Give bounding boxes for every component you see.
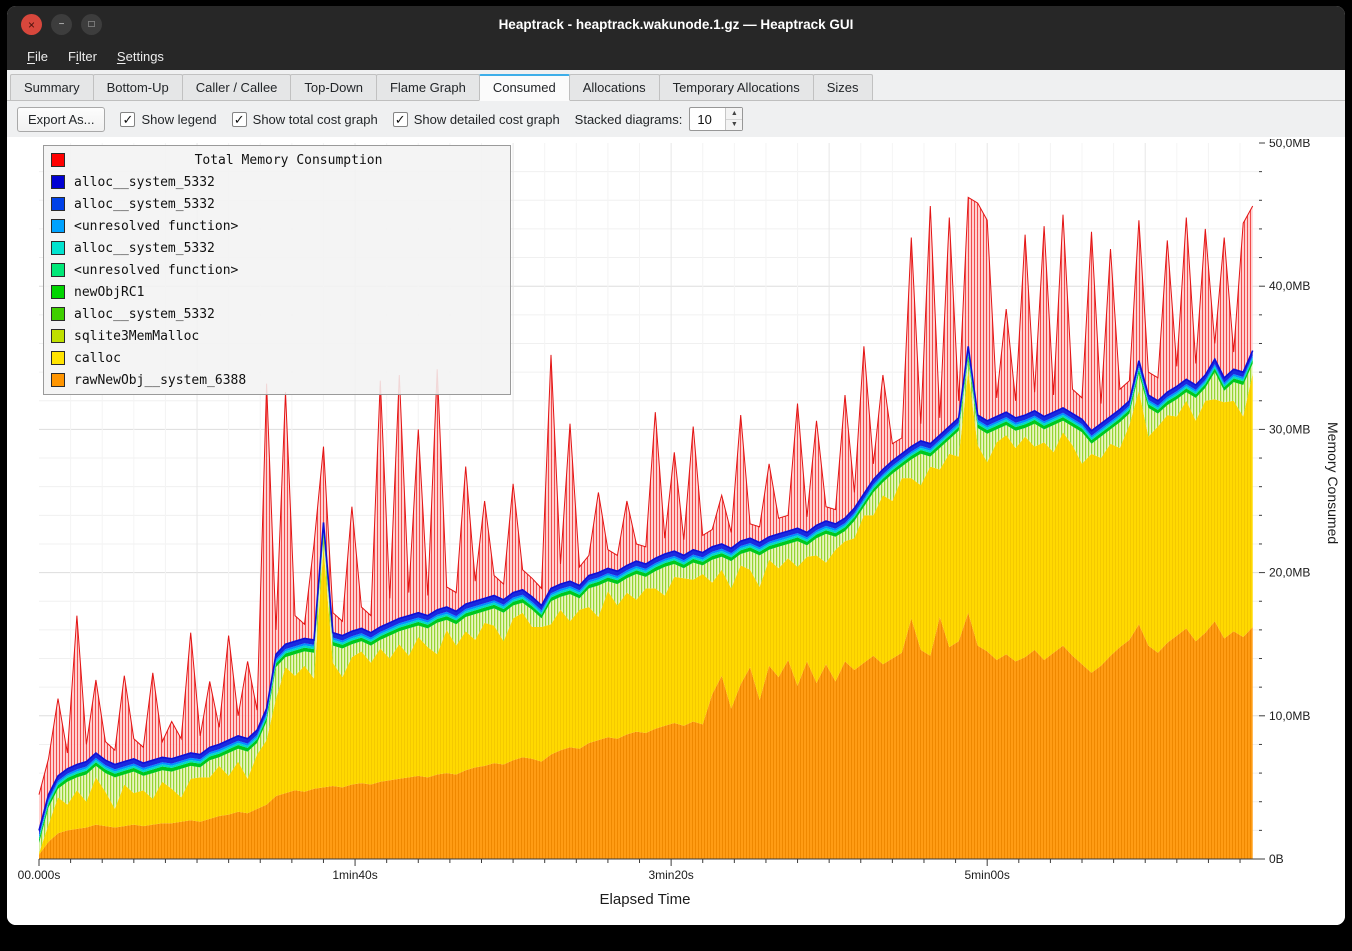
legend-item: alloc__system_5332 (51, 303, 503, 325)
legend-item: <unresolved function> (51, 259, 503, 281)
legend-item: alloc__system_5332 (51, 171, 503, 193)
checkbox-icon: ✓ (232, 112, 247, 127)
x-tick-label: 1min40s (332, 868, 377, 882)
checkbox-group: ✓ Show legend ✓ Show total cost graph ✓ Show … (120, 112, 559, 127)
legend-swatch (51, 307, 65, 321)
checkbox-label: Show legend (141, 112, 216, 127)
y-tick-label: 0B (1269, 852, 1284, 866)
legend-swatch (51, 175, 65, 189)
window-controls: × − □ (21, 14, 102, 35)
legend-item: <unresolved function> (51, 215, 503, 237)
tab-top-down[interactable]: Top-Down (290, 74, 377, 100)
legend-item: sqlite3MemMalloc (51, 325, 503, 347)
checkbox-show-legend[interactable]: ✓ Show legend (120, 112, 216, 127)
close-icon: × (28, 19, 35, 31)
tab-consumed[interactable]: Consumed (479, 74, 570, 101)
tab-flame-graph[interactable]: Flame Graph (376, 74, 480, 100)
legend-label: sqlite3MemMalloc (74, 329, 199, 344)
legend-label: <unresolved function> (74, 219, 238, 234)
legend-label: newObjRC1 (74, 285, 144, 300)
checkbox-label: Show detailed cost graph (414, 112, 560, 127)
tab-sizes[interactable]: Sizes (813, 74, 873, 100)
spin-up-button[interactable]: ▲ (726, 108, 742, 120)
legend-label: alloc__system_5332 (74, 241, 215, 256)
legend-swatch (51, 197, 65, 211)
toolbar: Export As... ✓ Show legend ✓ Show total cos… (7, 101, 1345, 137)
x-tick-label: 00.000s (18, 868, 61, 882)
spin-down-button[interactable]: ▼ (726, 120, 742, 131)
legend-title: Total Memory Consumption (74, 153, 503, 168)
x-axis-title: Elapsed Time (7, 891, 1283, 908)
x-tick-label: 5min00s (965, 868, 1010, 882)
export-as-button[interactable]: Export As... (17, 107, 105, 132)
tab-bottom-up[interactable]: Bottom-Up (93, 74, 183, 100)
menu-settings[interactable]: Settings (107, 45, 174, 68)
titlebar: × − □ Heaptrack - heaptrack.wakunode.1.g… (7, 6, 1345, 43)
legend-item: rawNewObj__system_6388 (51, 369, 503, 391)
checkbox-show-detailed-cost-graph[interactable]: ✓ Show detailed cost graph (393, 112, 560, 127)
legend-label: alloc__system_5332 (74, 175, 215, 190)
legend-swatch (51, 329, 65, 343)
tab-caller-callee[interactable]: Caller / Callee (182, 74, 292, 100)
app-window: × − □ Heaptrack - heaptrack.wakunode.1.g… (7, 6, 1345, 925)
minimize-button[interactable]: − (51, 14, 72, 35)
maximize-icon: □ (88, 20, 94, 30)
legend-swatch (51, 219, 65, 233)
legend-title-row: Total Memory Consumption (51, 149, 503, 171)
stacked-diagrams-value: 10 (690, 108, 725, 130)
legend-label: alloc__system_5332 (74, 307, 215, 322)
chart-legend: Total Memory Consumption alloc__system_53… (43, 145, 511, 395)
legend-label: alloc__system_5332 (74, 197, 215, 212)
checkbox-icon: ✓ (393, 112, 408, 127)
legend-item: calloc (51, 347, 503, 369)
checkbox-label: Show total cost graph (253, 112, 378, 127)
tab-allocations[interactable]: Allocations (569, 74, 660, 100)
tabbar: SummaryBottom-UpCaller / CalleeTop-DownF… (7, 70, 1345, 101)
checkbox-icon: ✓ (120, 112, 135, 127)
legend-item: alloc__system_5332 (51, 237, 503, 259)
y-tick-label: 50,0MB (1269, 139, 1310, 150)
legend-label: calloc (74, 351, 121, 366)
y-tick-label: 30,0MB (1269, 422, 1310, 436)
menu-file[interactable]: File (17, 45, 58, 68)
stacked-diagrams-group: Stacked diagrams: 10 ▲ ▼ (575, 107, 744, 131)
stacked-diagrams-label: Stacked diagrams: (575, 112, 683, 127)
checkbox-show-total-cost-graph[interactable]: ✓ Show total cost graph (232, 112, 378, 127)
y-tick-label: 10,0MB (1269, 709, 1310, 723)
legend-item: alloc__system_5332 (51, 193, 503, 215)
menubar: FileFilterSettings (7, 43, 1345, 70)
x-tick-label: 3min20s (648, 868, 693, 882)
y-tick-label: 20,0MB (1269, 566, 1310, 580)
minimize-icon: − (59, 20, 65, 30)
tab-temporary-allocations[interactable]: Temporary Allocations (659, 74, 814, 100)
legend-swatch (51, 285, 65, 299)
legend-swatch (51, 263, 65, 277)
maximize-button[interactable]: □ (81, 14, 102, 35)
y-tick-label: 40,0MB (1269, 279, 1310, 293)
legend-swatch (51, 373, 65, 387)
menu-filter[interactable]: Filter (58, 45, 107, 68)
window-title: Heaptrack - heaptrack.wakunode.1.gz — He… (7, 17, 1345, 32)
legend-item: newObjRC1 (51, 281, 503, 303)
stacked-diagrams-spinbox[interactable]: 10 ▲ ▼ (689, 107, 743, 131)
legend-swatch (51, 351, 65, 365)
legend-swatch (51, 241, 65, 255)
chevron-down-icon: ▼ (731, 121, 738, 128)
legend-swatch (51, 153, 65, 167)
y-axis-title: Memory Consumed (1325, 422, 1341, 544)
close-button[interactable]: × (21, 14, 42, 35)
consumed-chart-area: 00.000s 1min40s 3min20s 5min00s 0B 10,0MB 20,0… (7, 137, 1345, 925)
chevron-up-icon: ▲ (731, 110, 738, 117)
tab-summary[interactable]: Summary (10, 74, 94, 100)
legend-label: rawNewObj__system_6388 (74, 373, 246, 388)
legend-label: <unresolved function> (74, 263, 238, 278)
